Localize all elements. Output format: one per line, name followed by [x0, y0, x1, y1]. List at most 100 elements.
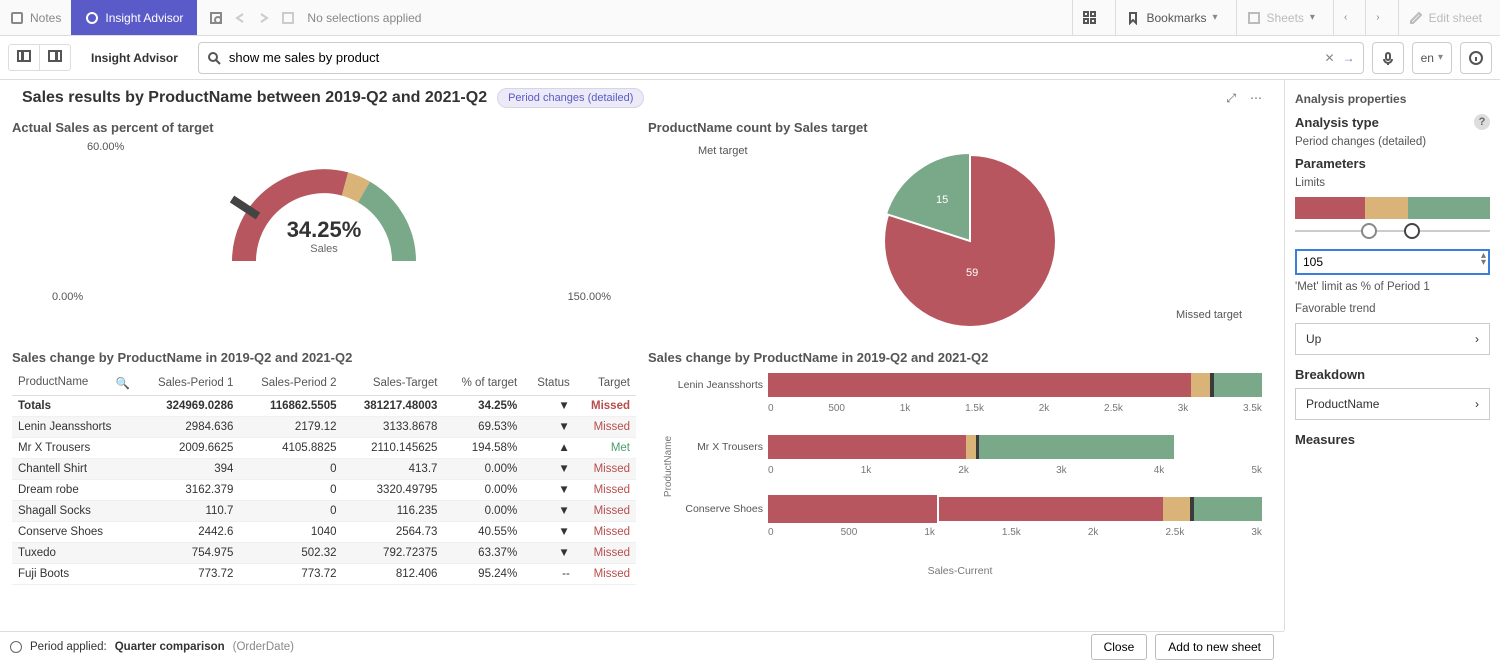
table-row[interactable]: Tuxedo754.975502.32792.7237563.37%▼Misse… — [12, 543, 636, 564]
params-heading: Parameters — [1295, 156, 1366, 171]
col-header[interactable]: Target — [576, 371, 636, 396]
bookmarks-button[interactable]: Bookmarks ▾ — [1115, 0, 1227, 35]
period-label: Period applied: — [30, 641, 107, 653]
axis-tick: 0 — [768, 403, 774, 414]
footer-bar: Period applied: Quarter comparison (Orde… — [0, 631, 1284, 661]
axis-tick: 2k — [1039, 403, 1050, 414]
axis-tick: 1k — [924, 527, 935, 538]
trend-select[interactable]: Up› — [1295, 323, 1490, 355]
smart-search-icon[interactable] — [209, 11, 223, 25]
type-value: Period changes (detailed) — [1295, 136, 1490, 148]
table-row[interactable]: Lenin Jeansshorts2984.6362179.123133.867… — [12, 417, 636, 438]
col-header[interactable]: % of target — [443, 371, 523, 396]
search-box[interactable]: ✕ → — [198, 42, 1364, 74]
search-icon — [207, 51, 221, 65]
no-selection-label: No selections applied — [307, 11, 421, 25]
help-button[interactable] — [1460, 42, 1492, 74]
bar-chart[interactable]: ProductName Lenin Jeansshorts05001k1.5k2… — [648, 371, 1272, 583]
measures-heading: Measures — [1295, 432, 1355, 447]
table-row[interactable]: Chantell Shirt3940413.70.00%▼Missed — [12, 459, 636, 480]
axis-tick: 1.5k — [965, 403, 984, 414]
secondary-title: Insight Advisor — [79, 51, 190, 65]
pie-met-label: Met target — [698, 145, 748, 157]
axis-tick: 0 — [768, 465, 774, 476]
table-row[interactable]: Shagall Socks110.70116.2350.00%▼Missed — [12, 501, 636, 522]
col-header[interactable]: Sales-Target — [343, 371, 444, 396]
axis-tick: 3k — [1056, 465, 1067, 476]
analysis-header: Sales results by ProductName between 201… — [12, 80, 1272, 116]
pie-missed-count: 59 — [966, 267, 978, 279]
axis-tick: 2k — [958, 465, 969, 476]
slider-thumb-1[interactable] — [1361, 223, 1377, 239]
col-search-icon[interactable]: 🔍 — [116, 376, 130, 390]
voice-input-button[interactable] — [1372, 42, 1404, 74]
col-header[interactable]: ProductName🔍 — [12, 371, 136, 396]
gauge-chart[interactable]: 34.25% Sales 0.00% 60.00% 150.00% — [12, 141, 636, 341]
col-header[interactable]: Sales-Period 2 — [239, 371, 342, 396]
stepper-icon[interactable]: ▴▾ — [1481, 252, 1486, 266]
app-menu-icon[interactable] — [1072, 0, 1107, 35]
insight-label: Insight Advisor — [105, 11, 183, 25]
limits-color-bar — [1295, 197, 1490, 219]
fullscreen-icon[interactable]: ⤢ — [1226, 91, 1236, 106]
pie-panel: ProductName count by Sales target 15 59 … — [648, 116, 1272, 346]
bar-xlabel: Sales-Current — [648, 565, 1272, 577]
axis-tick: 1.5k — [1002, 527, 1021, 538]
clear-sel-icon[interactable] — [281, 11, 295, 25]
slider-thumb-2[interactable] — [1404, 223, 1420, 239]
notes-label: Notes — [30, 11, 61, 25]
col-header[interactable]: Sales-Period 1 — [136, 371, 239, 396]
axis-tick: 0 — [768, 527, 774, 538]
bar-category: Mr X Trousers — [653, 441, 763, 453]
bar-category: Conserve Shoes — [653, 503, 763, 515]
next-sheet-button[interactable]: › — [1365, 0, 1389, 35]
sales-table[interactable]: ProductName🔍Sales-Period 1Sales-Period 2… — [12, 371, 636, 585]
pie-chart[interactable]: 15 59 Met target Missed target — [648, 141, 1272, 341]
gauge-panel: Actual Sales as percent of target 34.25%… — [12, 116, 636, 346]
sheets-button[interactable]: Sheets ▾ — [1236, 0, 1325, 35]
info-icon — [1469, 51, 1483, 65]
table-row[interactable]: Mr X Trousers2009.66254105.88252110.1456… — [12, 438, 636, 459]
period-dim: (OrderDate) — [233, 641, 294, 653]
table-row[interactable]: Dream robe3162.37903320.497950.00%▼Misse… — [12, 480, 636, 501]
gauge-title: Actual Sales as percent of target — [12, 120, 636, 135]
properties-panel: Analysis properties Analysis type? Perio… — [1284, 80, 1500, 631]
limits-slider[interactable] — [1295, 223, 1490, 239]
breakdown-select[interactable]: ProductName› — [1295, 388, 1490, 420]
analysis-title: Sales results by ProductName between 201… — [22, 89, 487, 107]
table-row[interactable]: Fuji Boots773.72773.72812.40695.24%--Mis… — [12, 564, 636, 585]
step-back-icon[interactable] — [233, 11, 247, 25]
col-header[interactable]: Status — [523, 371, 576, 396]
pane-toggle[interactable] — [8, 44, 71, 71]
table-row[interactable]: Totals324969.0286116862.5505381217.48003… — [12, 396, 636, 417]
analysis-type-badge[interactable]: Period changes (detailed) — [497, 88, 644, 108]
edit-sheet-button[interactable]: Edit sheet — [1398, 0, 1492, 35]
show-fields-icon[interactable] — [9, 45, 40, 70]
gauge-min: 0.00% — [52, 291, 83, 303]
period-value: Quarter comparison — [115, 641, 225, 653]
props-header: Analysis properties — [1295, 92, 1490, 106]
lang-select[interactable]: en▾ — [1412, 42, 1452, 74]
chevron-down-icon: ▾ — [1213, 12, 1218, 23]
bar-category: Lenin Jeansshorts — [653, 379, 763, 391]
barchart-panel: Sales change by ProductName in 2019-Q2 a… — [648, 346, 1272, 625]
limit-input[interactable] — [1295, 249, 1490, 275]
table-row[interactable]: Conserve Shoes2442.610402564.7340.55%▼Mi… — [12, 522, 636, 543]
search-input[interactable] — [229, 50, 1317, 65]
microphone-icon — [1381, 51, 1395, 65]
insight-advisor-button[interactable]: Insight Advisor — [71, 0, 197, 35]
close-button[interactable]: Close — [1091, 634, 1148, 660]
more-icon[interactable]: ⋯ — [1250, 91, 1262, 105]
step-fwd-icon[interactable] — [257, 11, 271, 25]
submit-search-icon[interactable]: → — [1343, 51, 1355, 65]
prev-sheet-button[interactable]: ‹ — [1333, 0, 1357, 35]
show-props-icon[interactable] — [40, 45, 70, 70]
notes-button[interactable]: Notes — [0, 0, 71, 35]
chevron-right-icon: › — [1475, 397, 1479, 411]
add-to-sheet-button[interactable]: Add to new sheet — [1155, 634, 1274, 660]
top-toolbar: Notes Insight Advisor No selections appl… — [0, 0, 1500, 36]
help-icon[interactable]: ? — [1474, 114, 1490, 130]
pencil-icon — [1409, 11, 1423, 25]
axis-tick: 2k — [1088, 527, 1099, 538]
clear-search-icon[interactable]: ✕ — [1325, 51, 1335, 65]
